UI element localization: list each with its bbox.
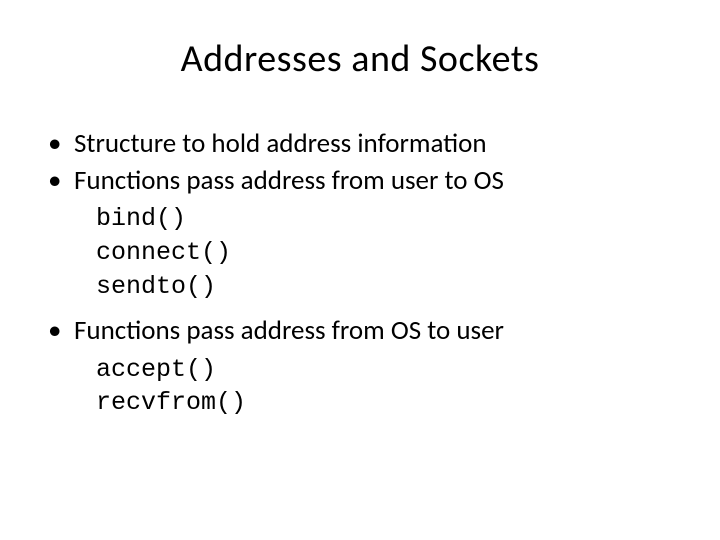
code-recvfrom: recvfrom(): [96, 386, 680, 420]
bullet-user-to-os: Functions pass address from user to OS: [40, 163, 680, 198]
code-accept: accept(): [96, 353, 680, 387]
code-os-to-user: accept() recvfrom(): [96, 353, 680, 421]
bullet-list-2: Functions pass address from OS to user: [40, 313, 680, 348]
bullet-structure: Structure to hold address information: [40, 126, 680, 161]
slide-title: Addresses and Sockets: [40, 36, 680, 82]
bullet-list: Structure to hold address information Fu…: [40, 126, 680, 198]
code-user-to-os: bind() connect() sendto(): [96, 202, 680, 303]
code-connect: connect(): [96, 236, 680, 270]
code-bind: bind(): [96, 202, 680, 236]
bullet-os-to-user: Functions pass address from OS to user: [40, 313, 680, 348]
code-sendto: sendto(): [96, 270, 680, 304]
